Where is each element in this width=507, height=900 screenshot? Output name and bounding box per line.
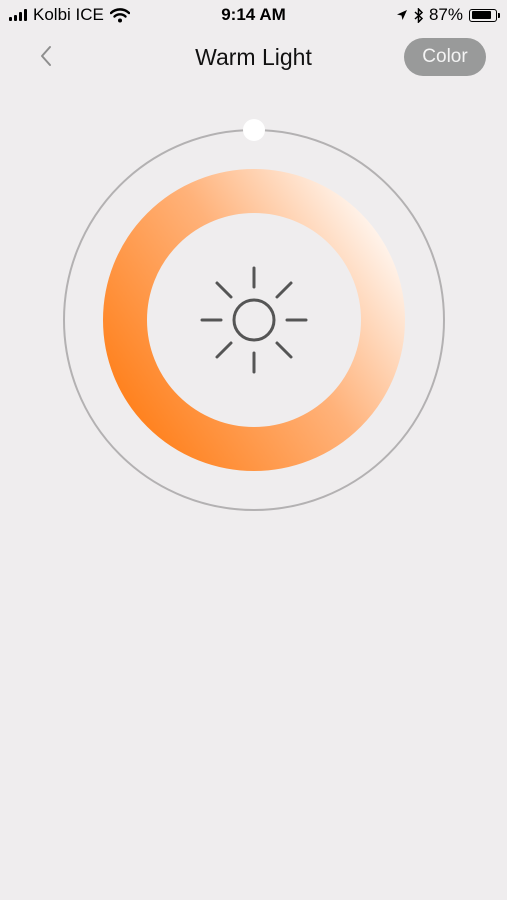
warm-light-screen: Kolbi ICE 9:14 AM 87% Warm Light Color — [0, 0, 507, 900]
slider-knob[interactable] — [243, 119, 265, 141]
sun-icon — [200, 266, 308, 374]
temperature-ring[interactable] — [103, 169, 405, 471]
color-temperature-dial — [63, 119, 445, 511]
